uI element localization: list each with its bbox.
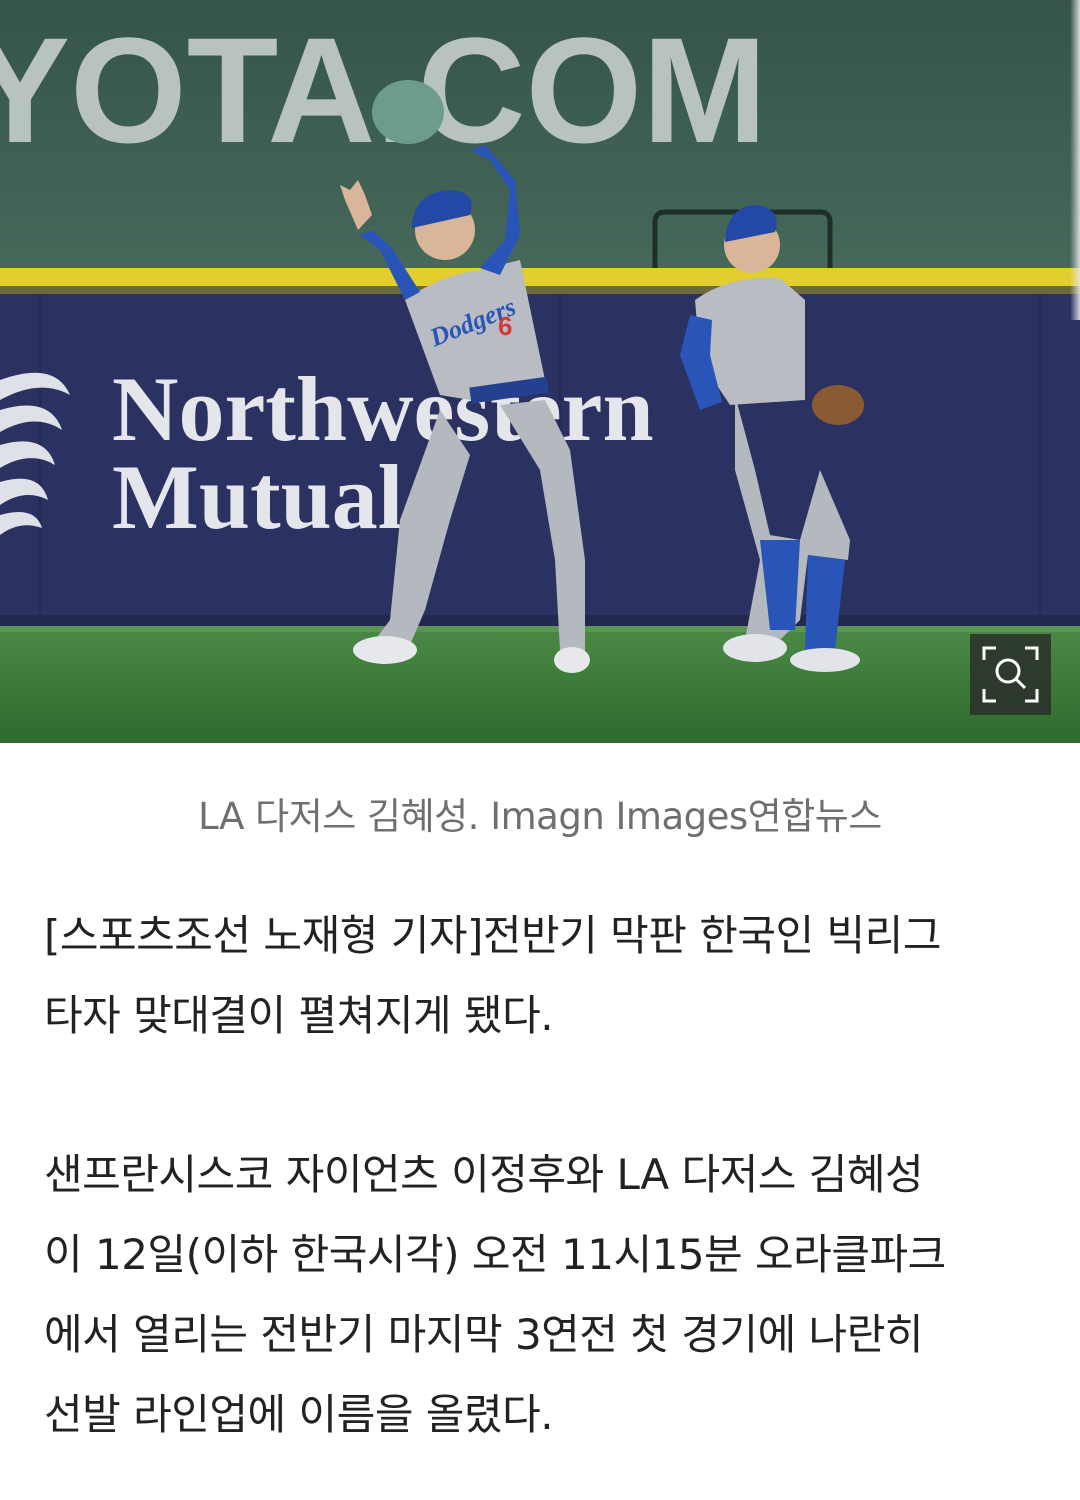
paragraph-line: 선발 라인업에 이름을 올렸다. (44, 1390, 554, 1439)
zoom-button[interactable] (970, 634, 1051, 715)
zoom-search-icon (982, 646, 1039, 703)
paragraph-line: 타자 맞대결이 펼쳐지게 됐다. (44, 991, 554, 1040)
paragraph-line: 샌프란시스코 자이언츠 이정후와 LA 다저스 김혜성 (44, 1150, 924, 1199)
article-paragraph-2: 샌프란시스코 자이언츠 이정후와 LA 다저스 김혜성 이 12일(이하 한국시… (44, 1135, 1044, 1455)
article-photo[interactable]: YOTA.COM Northwestern Mutual (0, 0, 1080, 743)
paragraph-line: 이 12일(이하 한국시각) 오전 11시15분 오라클파크 (44, 1230, 946, 1279)
paragraph-line: 에서 열리는 전반기 마지막 3연전 첫 경기에 나란히 (44, 1310, 923, 1359)
photo-caption: LA 다저스 김혜성. Imagn Images연합뉴스 (198, 795, 882, 838)
ad-text-line1: Northwestern (112, 358, 654, 460)
paragraph-line: [스포츠조선 노재형 기자]전반기 막판 한국인 빅리그 (44, 911, 941, 960)
article-paragraph-1: [스포츠조선 노재형 기자]전반기 막판 한국인 빅리그 타자 맞대결이 펼쳐지… (44, 896, 1044, 1056)
jersey-number: 6 (498, 311, 512, 341)
scrollbar-edge[interactable] (1070, 0, 1080, 320)
ad-text-line2: Mutual (112, 446, 403, 548)
baseball-photo-illustration: YOTA.COM Northwestern Mutual (0, 0, 1080, 743)
